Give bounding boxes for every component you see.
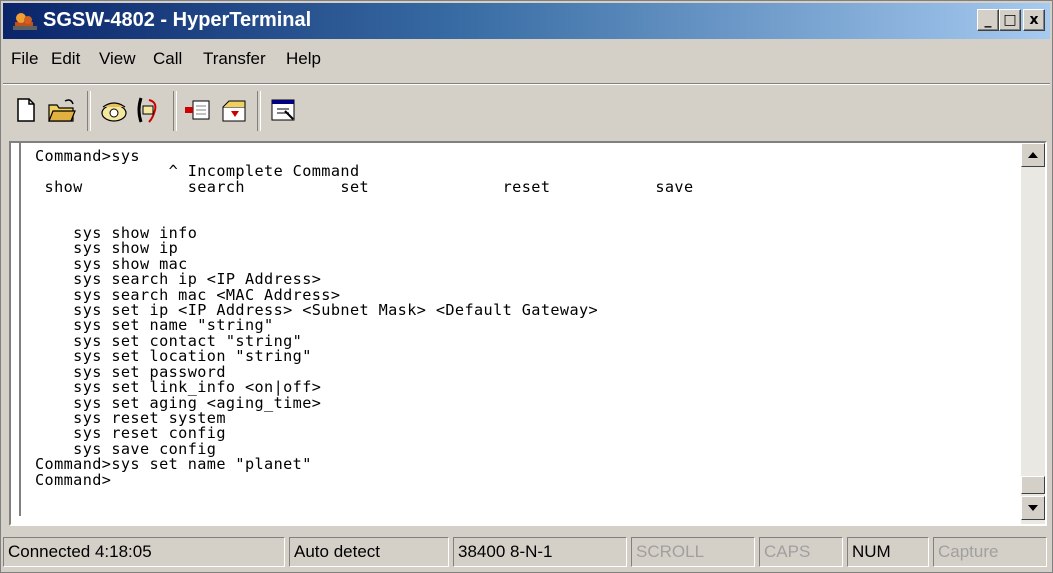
menu-file[interactable]: File bbox=[11, 49, 38, 69]
new-document-icon[interactable] bbox=[11, 95, 41, 125]
status-bar: Connected 4:18:05 Auto detect 38400 8-N-… bbox=[3, 533, 1050, 571]
toolbar bbox=[3, 85, 1050, 141]
scroll-up-button[interactable] bbox=[1021, 143, 1045, 167]
menu-edit[interactable]: Edit bbox=[51, 49, 80, 69]
terminal-frame: Command>sys ^ Incomplete Command show se… bbox=[9, 141, 1047, 526]
status-port-settings: 38400 8-N-1 bbox=[453, 537, 627, 567]
toolbar-separator bbox=[87, 91, 91, 131]
open-folder-icon[interactable] bbox=[47, 95, 77, 125]
status-detect: Auto detect bbox=[289, 537, 449, 567]
window-title: SGSW-4802 - HyperTerminal bbox=[43, 9, 312, 31]
scroll-thumb[interactable] bbox=[1021, 476, 1045, 494]
toolbar-separator bbox=[257, 91, 261, 131]
status-connected: Connected 4:18:05 bbox=[3, 537, 285, 567]
minimize-button[interactable]: _ bbox=[977, 9, 999, 31]
status-num: NUM bbox=[847, 537, 929, 567]
scroll-down-button[interactable] bbox=[1021, 496, 1045, 520]
title-bar[interactable]: SGSW-4802 - HyperTerminal _ □ x bbox=[3, 3, 1050, 39]
disconnect-phone-icon[interactable] bbox=[133, 95, 163, 125]
status-capture: Capture bbox=[933, 537, 1047, 567]
arrow-up-icon bbox=[1028, 152, 1038, 158]
menu-view[interactable]: View bbox=[99, 49, 136, 69]
hyperterminal-app-icon bbox=[13, 13, 37, 30]
receive-file-icon[interactable] bbox=[219, 95, 249, 125]
vertical-scrollbar[interactable] bbox=[1021, 143, 1045, 524]
arrow-down-icon bbox=[1028, 505, 1038, 511]
hyperterminal-window: SGSW-4802 - HyperTerminal _ □ x File Edi… bbox=[0, 0, 1053, 573]
properties-icon[interactable] bbox=[269, 95, 299, 125]
connect-phone-icon[interactable] bbox=[99, 95, 129, 125]
terminal-output: Command>sys ^ Incomplete Command show se… bbox=[35, 147, 694, 489]
send-file-icon[interactable] bbox=[183, 95, 213, 125]
menu-help[interactable]: Help bbox=[286, 49, 321, 69]
close-button[interactable]: x bbox=[1023, 9, 1045, 31]
menu-call[interactable]: Call bbox=[153, 49, 182, 69]
maximize-button[interactable]: □ bbox=[999, 9, 1021, 31]
status-caps: CAPS bbox=[759, 537, 843, 567]
menu-transfer[interactable]: Transfer bbox=[203, 49, 266, 69]
status-scroll: SCROLL bbox=[631, 537, 755, 567]
terminal-screen[interactable]: Command>sys ^ Incomplete Command show se… bbox=[19, 143, 1023, 516]
toolbar-separator bbox=[173, 91, 177, 131]
